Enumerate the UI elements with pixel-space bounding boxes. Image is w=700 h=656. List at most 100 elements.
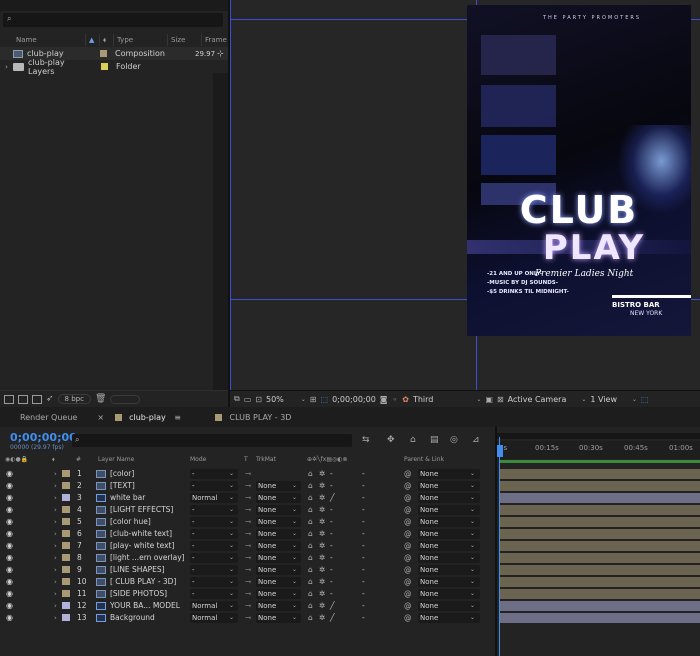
pickwhip-icon[interactable]: @	[404, 612, 412, 624]
motion-blur-switch-icon[interactable]: -	[362, 504, 365, 516]
quality-switch-icon[interactable]: -	[330, 564, 333, 576]
quality-switch-icon[interactable]: -	[330, 528, 333, 540]
layer-row[interactable]: ◉ › 1 [color] - ⌄ ⊸ ⌂ ✲ - - @ None ⌄	[0, 468, 497, 480]
layer-duration-bar[interactable]	[500, 613, 700, 623]
layer-duration-bar[interactable]	[500, 565, 700, 575]
column-size[interactable]: Size	[168, 34, 202, 46]
shy-switch-icon[interactable]: ⌂	[308, 528, 313, 540]
close-icon[interactable]: ×	[97, 413, 104, 422]
eye-icon[interactable]: ◉	[6, 564, 13, 576]
quality-switch-icon[interactable]: ╱	[330, 600, 335, 612]
layer-name[interactable]: [ CLUB PLAY - 3D]	[110, 576, 176, 588]
shy-switch-icon[interactable]: ⌂	[308, 552, 313, 564]
color-wheel-icon[interactable]: ✿	[402, 395, 409, 404]
layer-row[interactable]: ◉ › 5 [color hue] - ⌄ ⊸ None ⌄ ⌂ ✲ - - @ None ⌄	[0, 516, 497, 528]
label-swatch[interactable]	[62, 554, 70, 561]
chevron-right-icon[interactable]: ›	[54, 564, 57, 576]
layer-row[interactable]: ◉ › 2 [TEXT] - ⌄ ⊸ None ⌄ ⌂ ✲ - - @ None ⌄	[0, 480, 497, 492]
pickwhip-icon[interactable]: @	[404, 540, 412, 552]
chevron-right-icon[interactable]: ›	[54, 480, 57, 492]
layer-name[interactable]: [color]	[110, 468, 134, 480]
draft-3d-icon[interactable]: ✥	[387, 435, 395, 445]
eye-icon[interactable]: ◉	[6, 468, 13, 480]
rocket-icon[interactable]: ➶	[46, 394, 54, 404]
quality-switch-icon[interactable]: -	[330, 588, 333, 600]
layer-row[interactable]: ◉ › 4 [LIGHT EFFECTS] - ⌄ ⊸ None ⌄ ⌂ ✲ - - @ None ⌄	[0, 504, 497, 516]
collapse-switch-icon[interactable]: ✲	[319, 528, 325, 540]
collapse-switch-icon[interactable]: ✲	[319, 612, 325, 624]
label-swatch[interactable]	[62, 602, 70, 609]
chevron-right-icon[interactable]: ›	[0, 63, 13, 71]
motion-blur-switch-icon[interactable]: -	[362, 588, 365, 600]
time-ruler[interactable]: 0s 00:15s 00:30s 00:45s 01:00s	[497, 441, 700, 459]
layer-row[interactable]: ◉ › 3 white bar Normal ⌄ ⊸ None ⌄ ⌂ ✲ ╱ - @ None ⌄	[0, 492, 497, 504]
eye-icon[interactable]: ◉	[6, 492, 13, 504]
preserve-transparency-toggle[interactable]: ⊸	[245, 588, 251, 600]
quality-switch-icon[interactable]: -	[330, 504, 333, 516]
preserve-transparency-toggle[interactable]: ⊸	[245, 516, 251, 528]
layer-duration-bar[interactable]	[500, 493, 700, 503]
tab-render-queue[interactable]: Render Queue	[0, 409, 87, 427]
chevron-right-icon[interactable]: ›	[54, 576, 57, 588]
layer-name[interactable]: [LINE SHAPES]	[110, 564, 165, 576]
zoom-select[interactable]: 50% ⌄	[266, 395, 306, 404]
chevron-right-icon[interactable]: ›	[54, 468, 57, 480]
preserve-transparency-toggle[interactable]: ⊸	[245, 492, 251, 504]
layer-row[interactable]: ◉ › 6 [club-white text] - ⌄ ⊸ None ⌄ ⌂ ✲ - - @ None ⌄	[0, 528, 497, 540]
collapse-switch-icon[interactable]: ✲	[319, 564, 325, 576]
layer-name[interactable]: [SIDE PHOTOS]	[110, 588, 167, 600]
label-swatch[interactable]	[62, 566, 70, 573]
roi-icon[interactable]: ▣	[485, 395, 493, 404]
layer-duration-bar[interactable]	[500, 505, 700, 515]
layer-row[interactable]: ◉ › 9 [LINE SHAPES] - ⌄ ⊸ None ⌄ ⌂ ✲ - - @ None ⌄	[0, 564, 497, 576]
layer-name[interactable]: [club-white text]	[110, 528, 172, 540]
trash-icon[interactable]: 🗑	[95, 394, 106, 404]
layer-duration-bar[interactable]	[500, 529, 700, 539]
chevron-right-icon[interactable]: ›	[54, 492, 57, 504]
region-icon[interactable]: ⬚	[321, 395, 329, 404]
eye-icon[interactable]: ◉	[6, 480, 13, 492]
layer-row[interactable]: ◉ › 11 [SIDE PHOTOS] - ⌄ ⊸ None ⌄ ⌂ ✲ - - @ None ⌄	[0, 588, 497, 600]
shy-switch-icon[interactable]: ⌂	[308, 612, 313, 624]
preserve-transparency-toggle[interactable]: ⊸	[245, 612, 251, 624]
new-composition-icon[interactable]	[32, 394, 42, 404]
quality-switch-icon[interactable]: ╱	[330, 492, 335, 504]
shy-switch-icon[interactable]: ⌂	[308, 516, 313, 528]
collapse-switch-icon[interactable]: ✲	[319, 552, 325, 564]
eye-icon[interactable]: ◉	[6, 504, 13, 516]
preserve-transparency-toggle[interactable]: ⊸	[245, 480, 251, 492]
chevron-right-icon[interactable]: ›	[54, 612, 57, 624]
quality-switch-icon[interactable]: -	[330, 552, 333, 564]
label-swatch[interactable]	[62, 518, 70, 525]
timeline-search-input[interactable]: ⌕	[72, 434, 352, 447]
pickwhip-icon[interactable]: @	[404, 504, 412, 516]
shy-switch-icon[interactable]: ⌂	[308, 600, 313, 612]
new-folder-icon[interactable]	[18, 394, 28, 404]
tag-icon[interactable]: ⬧	[100, 34, 114, 46]
layer-row[interactable]: ◉ › 7 [play- white text] - ⌄ ⊸ None ⌄ ⌂ ✲ - - @ None ⌄	[0, 540, 497, 552]
chevron-right-icon[interactable]: ›	[54, 600, 57, 612]
panel-divider[interactable]	[495, 427, 497, 656]
layer-name[interactable]: Background	[110, 612, 155, 624]
eye-icon[interactable]: ◉	[6, 588, 13, 600]
motion-blur-switch-icon[interactable]: -	[362, 564, 365, 576]
time-navigator[interactable]	[497, 433, 700, 439]
chevron-right-icon[interactable]: ›	[54, 588, 57, 600]
layer-duration-bar[interactable]	[500, 601, 700, 611]
chevron-right-icon[interactable]: ›	[54, 528, 57, 540]
pickwhip-icon[interactable]: @	[404, 528, 412, 540]
motion-blur-switch-icon[interactable]: -	[362, 540, 365, 552]
collapse-switch-icon[interactable]: ✲	[319, 504, 325, 516]
layer-duration-bar[interactable]	[500, 553, 700, 563]
motion-blur-switch-icon[interactable]: -	[362, 612, 365, 624]
layer-row[interactable]: ◉ › 13 Background Normal ⌄ ⊸ None ⌄ ⌂ ✲ ╱ - @ None ⌄	[0, 612, 497, 624]
preserve-transparency-toggle[interactable]: ⊸	[245, 504, 251, 516]
project-search-input[interactable]: ⌕	[3, 13, 223, 27]
layer-name[interactable]: YOUR BA... MODEL	[110, 600, 180, 612]
column-type[interactable]: Type	[114, 34, 168, 46]
views-select[interactable]: 1 View ⌄	[590, 395, 637, 404]
layer-row[interactable]: ◉ › 12 YOUR BA... MODEL Normal ⌄ ⊸ None ⌄ ⌂ ✲ ╱ - @ No…	[0, 600, 497, 612]
fast-preview-icon[interactable]: ⬚	[641, 395, 649, 404]
fit-icon[interactable]: ⊞	[310, 395, 317, 404]
thumbnail-toggle[interactable]	[110, 394, 141, 404]
